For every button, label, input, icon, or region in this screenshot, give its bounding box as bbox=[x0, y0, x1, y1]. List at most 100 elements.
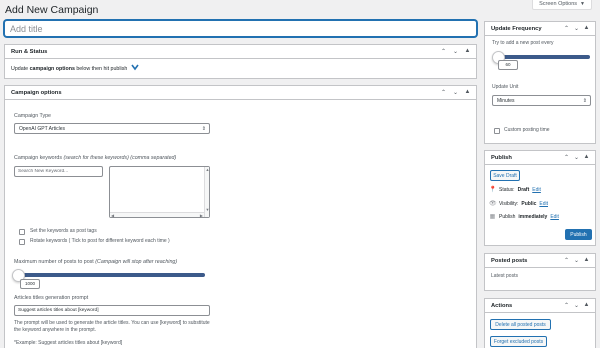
max-posts-label-text: Maximum number of posts to post bbox=[14, 259, 94, 265]
collapse-arrow-icon[interactable]: ▲ bbox=[583, 257, 590, 264]
move-down-icon[interactable]: ⌄ bbox=[573, 257, 580, 264]
custom-posting-time-label: Custom posting time bbox=[504, 127, 550, 133]
keywords-textarea[interactable]: ▲ ▼ ◀ ▶ bbox=[109, 166, 210, 218]
status-row: 📍 Status: Draft Edit bbox=[489, 186, 541, 194]
run-status-heading: Run & Status bbox=[11, 48, 48, 55]
keywords-hint: (search for these keywords) (comma separ… bbox=[63, 155, 177, 161]
move-up-icon[interactable]: ⌃ bbox=[440, 89, 447, 96]
move-down-icon[interactable]: ⌄ bbox=[452, 48, 459, 55]
move-down-icon[interactable]: ⌄ bbox=[573, 302, 580, 309]
status-label: Status: bbox=[499, 186, 515, 193]
screen-options-label: Screen Options bbox=[539, 1, 578, 7]
max-posts-hint: (Campaign will stop after reaching) bbox=[95, 259, 178, 265]
rotate-keywords-checkbox[interactable] bbox=[19, 239, 25, 245]
box-handles: ⌃ ⌄ ▲ bbox=[563, 25, 590, 32]
publish-button[interactable]: Publish bbox=[565, 229, 592, 240]
campaign-type-label: Campaign Type bbox=[14, 113, 52, 119]
try-add-post-text: Try to add a new post every bbox=[492, 40, 554, 46]
campaign-type-value: OpenAI GPT Articles bbox=[19, 126, 66, 132]
move-down-icon[interactable]: ⌄ bbox=[573, 154, 580, 161]
move-down-icon[interactable]: ⌄ bbox=[452, 89, 459, 96]
box-handles: ⌃ ⌄ ▲ bbox=[563, 302, 590, 309]
move-down-icon[interactable]: ⌄ bbox=[573, 25, 580, 32]
rotate-keywords-label: Rotate keywords ( Tick to post for diffe… bbox=[30, 238, 170, 244]
update-frequency-header: Update Frequency ⌃ ⌄ ▲ bbox=[485, 22, 595, 36]
collapse-arrow-icon[interactable]: ▲ bbox=[583, 154, 590, 161]
run-status-text-bold: campaign options bbox=[29, 65, 75, 72]
arrow-down-icon bbox=[131, 64, 139, 73]
move-up-icon[interactable]: ⌃ bbox=[563, 154, 570, 161]
scroll-left-icon[interactable]: ◀ bbox=[111, 213, 114, 218]
forget-excluded-button[interactable]: Forget excluded posts bbox=[490, 336, 547, 347]
campaign-type-select[interactable]: OpenAI GPT Articles ⇕ bbox=[14, 123, 210, 134]
publish-heading: Publish bbox=[491, 154, 512, 161]
update-unit-label: Update Unit bbox=[492, 84, 519, 90]
textarea-scrollbar[interactable]: ▲ ▼ bbox=[204, 167, 209, 217]
run-status-box: Run & Status ⌃ ⌄ ▲ Update campaign optio… bbox=[4, 44, 477, 79]
visibility-value: Public bbox=[521, 200, 537, 207]
keywords-label-text: Campaign keywords bbox=[14, 155, 62, 161]
publish-time-row: ▦ Publish immediately Edit bbox=[489, 213, 559, 221]
posted-posts-box: Posted posts ⌃ ⌄ ▲ Latest posts bbox=[484, 253, 596, 291]
box-handles: ⌃ ⌄ ▲ bbox=[440, 89, 471, 96]
update-frequency-box: Update Frequency ⌃ ⌄ ▲ Try to add a new … bbox=[484, 21, 596, 144]
box-handles: ⌃ ⌄ ▲ bbox=[440, 48, 471, 55]
select-arrows-icon: ⇕ bbox=[582, 98, 587, 104]
visibility-edit-link[interactable]: Edit bbox=[539, 201, 548, 207]
collapse-arrow-icon[interactable]: ▲ bbox=[464, 48, 471, 55]
set-keywords-tags-label: Set the keywords as post tags bbox=[30, 228, 97, 234]
actions-box: Actions ⌃ ⌄ ▲ Delete all posted posts Fo… bbox=[484, 298, 596, 348]
status-edit-link[interactable]: Edit bbox=[532, 187, 541, 193]
delete-all-posted-button[interactable]: Delete all posted posts bbox=[490, 319, 551, 330]
scroll-up-icon[interactable]: ▲ bbox=[206, 167, 210, 172]
campaign-options-box: Campaign options ⌃ ⌄ ▲ Campaign Type Ope… bbox=[4, 85, 477, 348]
publish-edit-link[interactable]: Edit bbox=[550, 214, 559, 220]
frequency-value[interactable]: 60 bbox=[498, 60, 518, 70]
scroll-right-icon[interactable]: ▶ bbox=[200, 213, 203, 218]
pin-icon: 📍 bbox=[489, 187, 497, 193]
page-title: Add New Campaign bbox=[5, 4, 99, 16]
visibility-label: Visibility: bbox=[499, 200, 519, 207]
latest-posts-text: Latest posts bbox=[491, 273, 518, 279]
actions-heading: Actions bbox=[491, 302, 513, 309]
eye-icon: 👁 bbox=[489, 201, 497, 207]
scroll-down-icon[interactable]: ▼ bbox=[206, 207, 210, 212]
posted-posts-header: Posted posts ⌃ ⌄ ▲ bbox=[485, 254, 595, 268]
post-title-input[interactable] bbox=[4, 20, 477, 37]
textarea-hscrollbar[interactable]: ◀ ▶ bbox=[110, 212, 204, 218]
update-frequency-heading: Update Frequency bbox=[491, 25, 542, 32]
prompt-input[interactable]: Suggest articles titles about [keyword] bbox=[14, 305, 210, 316]
keyword-search-input[interactable] bbox=[14, 166, 103, 177]
campaign-options-header: Campaign options ⌃ ⌄ ▲ bbox=[5, 86, 476, 100]
max-posts-value[interactable]: 1000 bbox=[20, 279, 40, 289]
collapse-arrow-icon[interactable]: ▲ bbox=[583, 302, 590, 309]
posted-posts-heading: Posted posts bbox=[491, 257, 528, 264]
publish-header: Publish ⌃ ⌄ ▲ bbox=[485, 151, 595, 165]
screen-options-button[interactable]: Screen Options ▼ bbox=[532, 0, 592, 10]
max-posts-label: Maximum number of posts to post (Campaig… bbox=[14, 259, 177, 265]
max-posts-slider-track[interactable] bbox=[15, 273, 205, 277]
run-status-text-a: Update bbox=[11, 65, 30, 72]
run-status-text-b: below then hit publish bbox=[74, 65, 128, 72]
update-unit-value: Minutes bbox=[497, 98, 515, 104]
caret-down-icon: ▼ bbox=[580, 1, 585, 7]
prompt-help-text: The prompt will be used to generate the … bbox=[14, 320, 210, 333]
collapse-arrow-icon[interactable]: ▲ bbox=[464, 89, 471, 96]
campaign-options-heading: Campaign options bbox=[11, 89, 62, 96]
save-draft-button[interactable]: Save Draft bbox=[490, 170, 520, 181]
status-value: Draft bbox=[517, 186, 530, 193]
move-up-icon[interactable]: ⌃ bbox=[440, 48, 447, 55]
move-up-icon[interactable]: ⌃ bbox=[563, 25, 570, 32]
set-keywords-tags-checkbox[interactable] bbox=[19, 229, 25, 235]
update-unit-select[interactable]: Minutes ⇕ bbox=[492, 95, 591, 106]
move-up-icon[interactable]: ⌃ bbox=[563, 302, 570, 309]
prompt-label: Articles titles generation prompt bbox=[14, 295, 89, 301]
custom-posting-time-checkbox[interactable] bbox=[494, 128, 500, 134]
actions-header: Actions ⌃ ⌄ ▲ bbox=[485, 299, 595, 313]
move-up-icon[interactable]: ⌃ bbox=[563, 257, 570, 264]
frequency-slider-track[interactable] bbox=[494, 55, 590, 59]
prompt-example-text: *Example: Suggest articles titles about … bbox=[14, 340, 123, 346]
publish-label: Publish bbox=[499, 213, 516, 220]
publish-box: Publish ⌃ ⌄ ▲ Save Draft 📍 Status: Draft… bbox=[484, 150, 596, 246]
collapse-arrow-icon[interactable]: ▲ bbox=[583, 25, 590, 32]
